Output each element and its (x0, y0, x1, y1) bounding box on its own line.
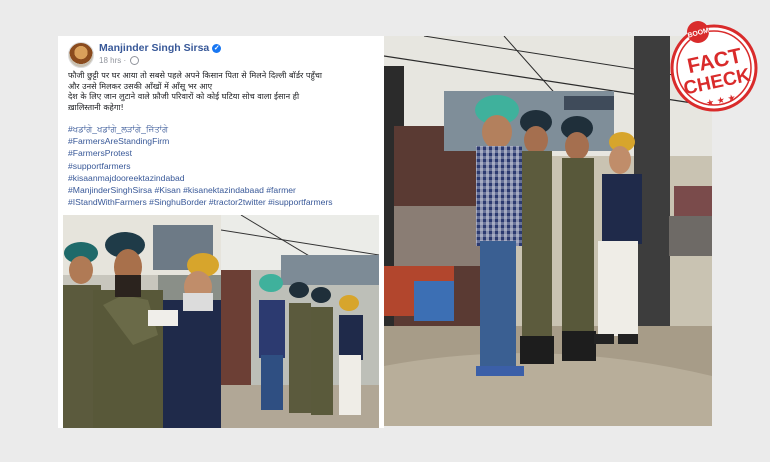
post-text-line: ख़ालिस्तानी कहेगा! (68, 101, 124, 112)
post-text-line: फौजी छुट्टी पर घर आया तो सबसे पहले अपने … (68, 70, 323, 80)
hashtag-link[interactable]: #IStandWithFarmers #SinghuBorder #tracto… (68, 196, 383, 208)
post-text: फौजी छुट्टी पर घर आया तो सबसे पहले अपने … (68, 70, 378, 112)
hashtag-link[interactable]: #kisaanmajdooreektazindabad (68, 172, 383, 184)
post-text-line: देश के लिए जान लुटाने वाले फ़ौजी परिवारो… (68, 91, 300, 102)
post-photo-left[interactable] (63, 215, 221, 428)
post-text-line: और उनसे मिलकर उसकी आँखों में आँसू भर आए (68, 80, 213, 91)
verified-badge-icon: ✓ (212, 43, 222, 53)
hashtag-link[interactable]: #ManjinderSinghSirsa #Kisan #kisanektazi… (68, 184, 383, 196)
hashtag-list: #ਖਡਾਂਗੇ_ਖਡਾਂਗੇ_ਲੜਾਂਗੇ_ਜਿੱਤਾਂਗੇ #FarmersA… (68, 123, 383, 208)
hashtag-link[interactable]: #FarmersAreStandingFirm (68, 135, 383, 147)
hashtag-link[interactable]: #supportfarmers (68, 160, 383, 172)
hashtag-link[interactable]: #ਖਡਾਂਗੇ_ਖਡਾਂਗੇ_ਲੜਾਂਗੇ_ਜਿੱਤਾਂਗੇ (68, 123, 383, 135)
post-photo-right[interactable] (221, 215, 379, 428)
post-time[interactable]: 18 hrs (99, 56, 121, 65)
fact-check-stamp: BOOM FACT CHECK ★ ★ ★ (666, 16, 762, 112)
hashtag-link[interactable]: #FarmersProtest (68, 147, 383, 159)
author-name[interactable]: Manjinder Singh Sirsa (99, 42, 209, 54)
author-name-link[interactable]: Manjinder Singh Sirsa ✓ (99, 42, 222, 54)
post-meta: 18 hrs · (99, 56, 140, 66)
globe-icon (130, 56, 140, 66)
author-avatar[interactable] (68, 42, 94, 68)
comparison-photo (384, 36, 712, 426)
